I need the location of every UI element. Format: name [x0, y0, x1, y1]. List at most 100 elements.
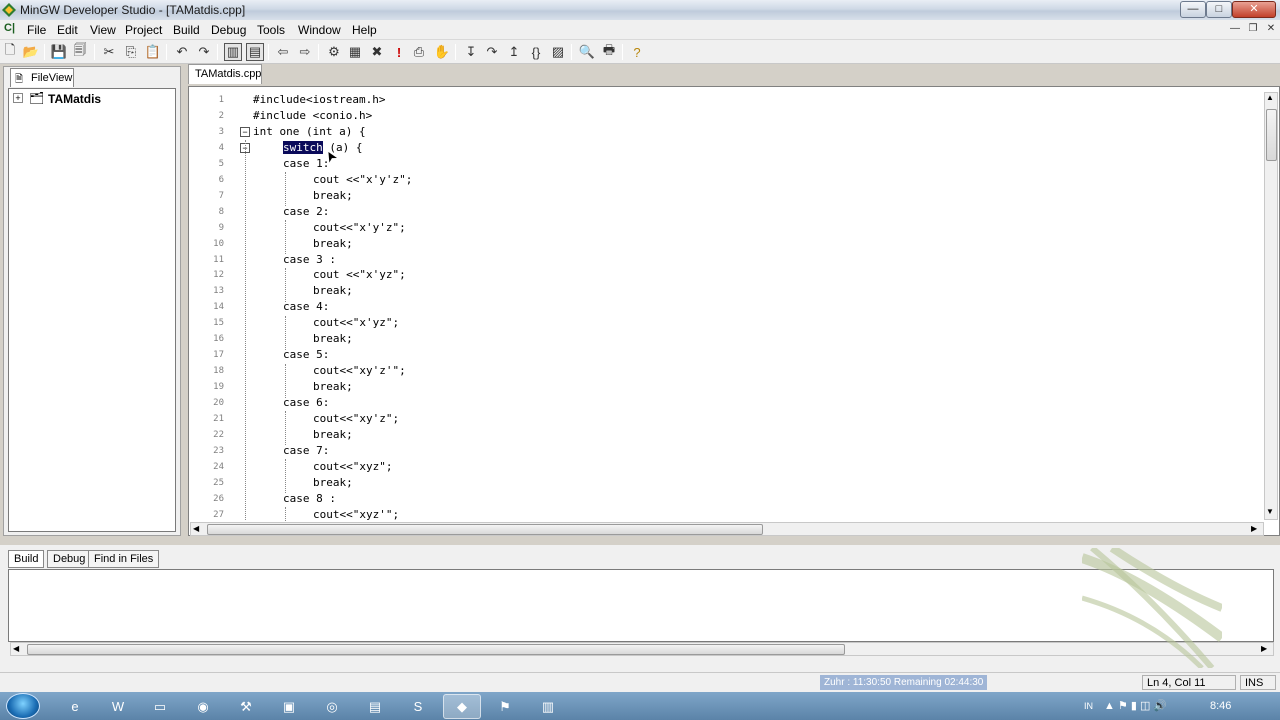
- code-line[interactable]: break;: [313, 331, 353, 347]
- close-button[interactable]: ✕: [1232, 1, 1276, 18]
- code-line[interactable]: cout<<"xyz";: [313, 459, 392, 475]
- find-icon[interactable]: 🔍: [578, 43, 596, 61]
- horizontal-scroll-thumb[interactable]: [27, 644, 845, 655]
- media-icon[interactable]: ▣: [270, 694, 308, 719]
- print-icon[interactable]: 🖶: [600, 42, 618, 61]
- scroll-down-arrow-icon[interactable]: ▼: [1266, 507, 1274, 516]
- compile-icon[interactable]: ⚙: [325, 43, 343, 61]
- scroll-left-arrow-icon[interactable]: ◀: [13, 644, 19, 653]
- editor-horizontal-scrollbar[interactable]: ◀ ▶: [190, 522, 1264, 536]
- scroll-right-arrow-icon[interactable]: ▶: [1251, 524, 1257, 533]
- code-line[interactable]: cout <<"x'yz";: [313, 267, 406, 283]
- code-line[interactable]: cout<<"x'yz";: [313, 315, 399, 331]
- code-line[interactable]: break;: [313, 283, 353, 299]
- output-icon[interactable]: ▤: [246, 43, 264, 61]
- new-file-icon[interactable]: 🗋: [1, 42, 19, 61]
- step-into-icon[interactable]: ↧: [462, 43, 480, 61]
- menu-debug[interactable]: Debug: [211, 22, 246, 38]
- cut-icon[interactable]: ✂: [100, 43, 118, 61]
- save-all-icon[interactable]: 🗐: [71, 42, 89, 61]
- forward-icon[interactable]: ⇨: [296, 43, 314, 61]
- language-indicator[interactable]: IN: [1084, 701, 1093, 711]
- code-line[interactable]: case 3 :: [283, 252, 336, 268]
- step-out-icon[interactable]: ↥: [505, 43, 523, 61]
- fold-collapse-icon[interactable]: −: [240, 126, 250, 137]
- undo-icon[interactable]: ↶: [173, 43, 191, 61]
- code-line[interactable]: case 8 :: [283, 491, 336, 507]
- stop-icon[interactable]: ✖: [368, 43, 386, 61]
- scroll-left-arrow-icon[interactable]: ◀: [193, 524, 199, 533]
- code-line[interactable]: break;: [313, 236, 353, 252]
- tab-find-in-files[interactable]: Find in Files: [88, 550, 160, 568]
- build-icon[interactable]: ▦: [346, 43, 364, 61]
- rebuild-icon[interactable]: ⎙: [410, 43, 428, 61]
- save-icon[interactable]: 💾: [50, 43, 68, 61]
- mdi-close-button[interactable]: ✕: [1264, 23, 1278, 36]
- code-line[interactable]: case 5:: [283, 347, 329, 363]
- code-line[interactable]: case 7:: [283, 443, 329, 459]
- tree-expand-icon[interactable]: +: [13, 93, 23, 103]
- code-line[interactable]: break;: [313, 188, 353, 204]
- copy-icon[interactable]: ⎘: [122, 43, 140, 61]
- document-icon[interactable]: C|: [4, 22, 15, 34]
- menu-help[interactable]: Help: [352, 22, 377, 38]
- vertical-scroll-thumb[interactable]: [1266, 109, 1277, 161]
- code-line[interactable]: break;: [313, 475, 353, 491]
- menu-build[interactable]: Build: [173, 22, 200, 38]
- code-line[interactable]: case 6:: [283, 395, 329, 411]
- code-line[interactable]: cout<<"xyz'";: [313, 507, 399, 523]
- maximize-button[interactable]: □: [1206, 1, 1232, 18]
- code-line[interactable]: case 2:: [283, 204, 329, 220]
- menu-project[interactable]: Project: [125, 22, 162, 38]
- code-line[interactable]: break;: [313, 427, 353, 443]
- step-to-cursor-icon[interactable]: {}: [527, 43, 545, 61]
- app-icon[interactable]: ⚑: [486, 694, 524, 719]
- tab-editor-file[interactable]: TAMatdis.cpp: [188, 64, 262, 84]
- scroll-right-arrow-icon[interactable]: ▶: [1261, 644, 1267, 653]
- run-icon[interactable]: ✋: [433, 43, 451, 61]
- mdi-restore-button[interactable]: ❐: [1246, 23, 1260, 36]
- code-line[interactable]: cout<<"xy'z";: [313, 411, 399, 427]
- step-over-icon[interactable]: ↷: [483, 43, 501, 61]
- code-line[interactable]: #include <conio.h>: [253, 108, 372, 124]
- console-icon[interactable]: ▥: [529, 694, 567, 719]
- mingw-studio-icon[interactable]: ◆: [443, 694, 481, 719]
- code-line[interactable]: case 4:: [283, 299, 329, 315]
- menu-window[interactable]: Window: [298, 22, 341, 38]
- help-icon[interactable]: ?: [628, 43, 646, 61]
- open-icon[interactable]: 📂: [22, 43, 40, 61]
- watch-icon[interactable]: ▨: [549, 43, 567, 61]
- project-name[interactable]: TAMatdis: [48, 92, 101, 106]
- tab-build[interactable]: Build: [8, 550, 45, 568]
- files-icon[interactable]: ▤: [356, 694, 394, 719]
- code-line[interactable]: break;: [313, 379, 353, 395]
- scroll-up-arrow-icon[interactable]: ▲: [1266, 93, 1274, 102]
- horizontal-scroll-thumb[interactable]: [207, 524, 763, 535]
- menu-view[interactable]: View: [90, 22, 116, 38]
- code-line[interactable]: cout<<"x'y'z";: [313, 220, 406, 236]
- skype-icon[interactable]: S: [399, 694, 437, 719]
- code-line[interactable]: cout <<"x'y'z";: [313, 172, 412, 188]
- menu-file[interactable]: File: [27, 22, 46, 38]
- editor-vertical-scrollbar[interactable]: ▲ ▼: [1264, 92, 1278, 520]
- browser-icon[interactable]: e: [56, 694, 94, 719]
- redo-icon[interactable]: ↷: [195, 43, 213, 61]
- tray-icons[interactable]: ▲ ⚑ ▮ ◫ 🔊: [1104, 699, 1167, 712]
- start-button[interactable]: [6, 693, 40, 719]
- code-line[interactable]: int one (int a) {: [253, 124, 366, 140]
- paste-icon[interactable]: 📋: [144, 43, 162, 61]
- code-line[interactable]: #include<iostream.h>: [253, 92, 385, 108]
- mdi-minimize-button[interactable]: —: [1228, 23, 1242, 36]
- tab-fileview[interactable]: 🗎 FileView: [10, 68, 74, 87]
- selected-text[interactable]: switch: [283, 140, 323, 154]
- back-icon[interactable]: ⇦: [274, 43, 292, 61]
- folder-icon[interactable]: ▭: [141, 694, 179, 719]
- minimize-button[interactable]: —: [1180, 1, 1206, 18]
- code-line[interactable]: cout<<"xy'z'";: [313, 363, 406, 379]
- app-icon[interactable]: ⚒: [227, 694, 265, 719]
- word-icon[interactable]: W: [99, 694, 137, 719]
- workspace-icon[interactable]: ▥: [224, 43, 242, 61]
- tab-debug[interactable]: Debug: [47, 550, 92, 568]
- firefox-icon[interactable]: ◉: [184, 694, 222, 719]
- menu-edit[interactable]: Edit: [57, 22, 78, 38]
